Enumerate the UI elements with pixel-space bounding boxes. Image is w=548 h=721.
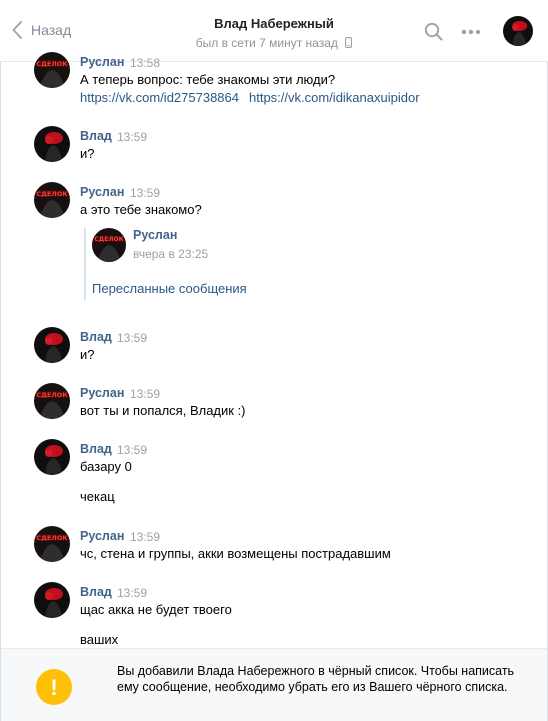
forwarded-messages-link[interactable]: Пересланные сообщения (92, 281, 247, 296)
forwarded-bar (84, 228, 86, 300)
message-text: ваших (80, 632, 119, 647)
blacklist-notice: ! Вы добавили Влада Набережного в чёрный… (1, 648, 547, 721)
message-author[interactable]: Руслан (80, 386, 124, 400)
avatar-caption: СДЕЛОК (36, 391, 68, 399)
mobile-icon (345, 37, 353, 49)
message-author[interactable]: Руслан (80, 529, 124, 543)
more-icon[interactable] (461, 29, 481, 35)
message-author[interactable]: Влад (80, 330, 112, 344)
forwarded-author[interactable]: Руслан (133, 228, 177, 242)
avatar-caption: СДЕЛОК (94, 236, 123, 243)
message-text: и? (80, 146, 95, 161)
message-author[interactable]: Влад (80, 442, 112, 456)
ruslan-avatar-image: СДЕЛОК (34, 383, 70, 419)
message-time[interactable]: 13:59 (130, 530, 160, 544)
message-text: базару 0 (80, 459, 132, 474)
avatar-caption: СДЕЛОК (36, 60, 68, 68)
contact-avatar[interactable] (503, 16, 533, 46)
blacklist-notice-text: Вы добавили Влада Набережного в чёрный с… (117, 664, 515, 694)
avatar-vlad[interactable] (34, 126, 70, 162)
forwarded-date[interactable]: вчера в 23:25 (133, 247, 208, 261)
ruslan-avatar-image: СДЕЛОК (34, 52, 70, 88)
message-author[interactable]: Руслан (80, 185, 124, 199)
message-text: щас акка не будет твоего (80, 602, 232, 617)
message-text: чс, стена и группы, акки возмещены постр… (80, 546, 391, 561)
online-status: был в сети 7 минут назад (0, 36, 548, 50)
message-text: вот ты и попался, Владик :) (80, 403, 246, 418)
message-time[interactable]: 13:59 (117, 586, 147, 600)
status-text: был в сети 7 минут назад (195, 36, 338, 50)
avatar-vlad[interactable] (34, 582, 70, 618)
message-time[interactable]: 13:58 (130, 56, 160, 70)
ruslan-avatar-image: СДЕЛОК (92, 228, 126, 262)
message-text: А теперь вопрос: тебе знакомы эти люди? (80, 72, 336, 87)
left-border (0, 0, 1, 721)
message-text: а это тебе знакомо? (80, 202, 202, 217)
vlad-avatar-image (503, 16, 533, 46)
avatar-ruslan[interactable]: СДЕЛОК (34, 526, 70, 562)
avatar-ruslan[interactable]: СДЕЛОК (34, 182, 70, 218)
avatar-vlad[interactable] (34, 327, 70, 363)
exclamation-icon: ! (36, 669, 72, 705)
message-time[interactable]: 13:59 (130, 186, 160, 200)
ruslan-avatar-image: СДЕЛОК (34, 182, 70, 218)
message-time[interactable]: 13:59 (117, 130, 147, 144)
message-link[interactable]: https://vk.com/idikanaxuipidor (249, 90, 420, 105)
message-text: и? (80, 347, 95, 362)
message-time[interactable]: 13:59 (130, 387, 160, 401)
message-author[interactable]: Руслан (80, 55, 124, 69)
message-author[interactable]: Влад (80, 129, 112, 143)
message-author[interactable]: Влад (80, 585, 112, 599)
message-link[interactable]: https://vk.com/id275738864 (80, 90, 239, 105)
message-time[interactable]: 13:59 (117, 443, 147, 457)
message-text: чекац (80, 489, 115, 504)
vlad-avatar-image (34, 582, 70, 618)
message-time[interactable]: 13:59 (117, 331, 147, 345)
avatar-caption: СДЕЛОК (36, 534, 68, 542)
vlad-avatar-image (34, 327, 70, 363)
vlad-avatar-image (34, 126, 70, 162)
avatar-caption: СДЕЛОК (36, 190, 68, 198)
chat-header: Назад Влад Набережный был в сети 7 минут… (0, 0, 548, 62)
ruslan-avatar-image: СДЕЛОК (34, 526, 70, 562)
forwarded-avatar[interactable]: СДЕЛОК (92, 228, 126, 262)
vlad-avatar-image (34, 439, 70, 475)
search-icon[interactable] (424, 22, 444, 42)
avatar-ruslan[interactable]: СДЕЛОК (34, 383, 70, 419)
avatar-ruslan[interactable]: СДЕЛОК (34, 52, 70, 88)
avatar-vlad[interactable] (34, 439, 70, 475)
